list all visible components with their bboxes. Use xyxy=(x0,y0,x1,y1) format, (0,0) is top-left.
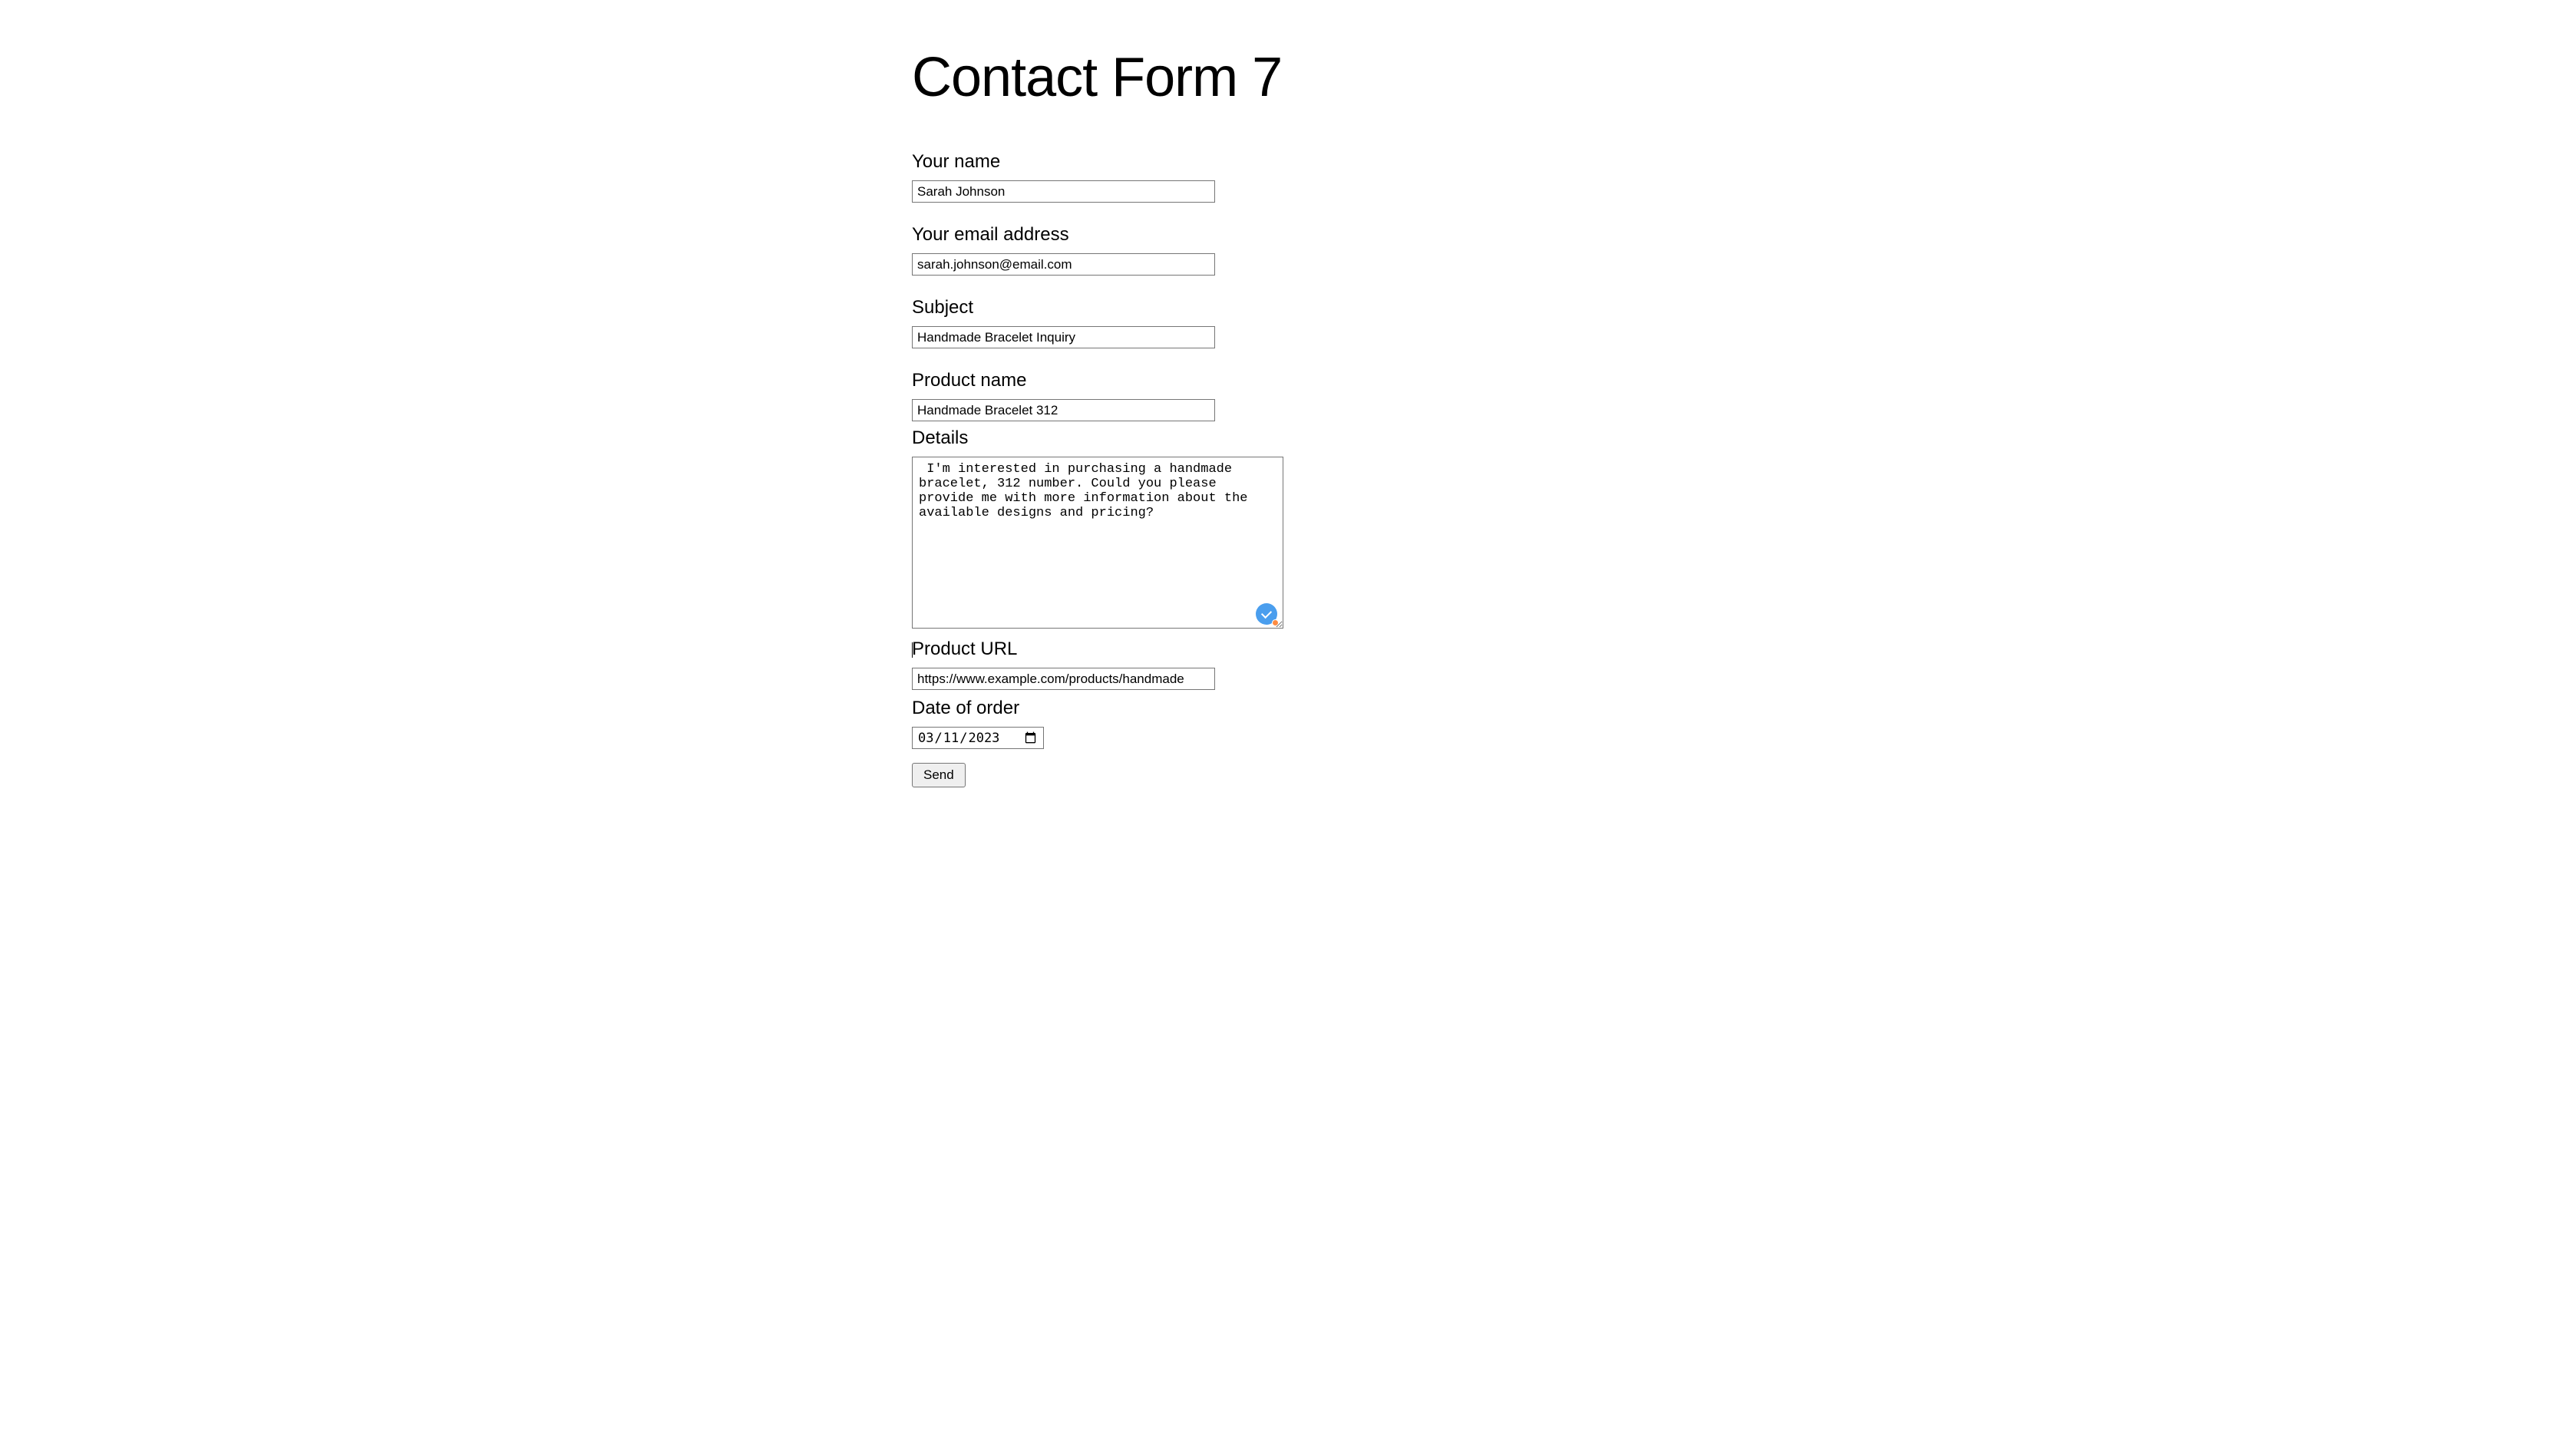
product-url-input[interactable] xyxy=(912,668,1215,690)
date-label: Date of order xyxy=(912,698,1664,719)
name-field-group: Your name xyxy=(912,151,1664,203)
details-field-group: Details I'm interested in purchasing a h… xyxy=(912,427,1664,632)
page-title: Contact Form 7 xyxy=(912,46,1664,109)
textarea-wrapper: I'm interested in purchasing a handmade … xyxy=(912,457,1283,632)
grammarly-notification-dot xyxy=(1272,619,1279,626)
name-label: Your name xyxy=(912,151,1664,173)
submit-group: Send xyxy=(912,763,1664,787)
product-name-label: Product name xyxy=(912,370,1664,391)
subject-label: Subject xyxy=(912,297,1664,318)
product-name-input[interactable] xyxy=(912,399,1215,421)
name-input[interactable] xyxy=(912,180,1215,203)
product-name-field-group: Product name xyxy=(912,370,1664,421)
send-button[interactable]: Send xyxy=(912,763,966,787)
form-container: Contact Form 7 Your name Your email addr… xyxy=(881,0,1695,818)
product-url-field-group: Product URL xyxy=(912,639,1664,690)
email-field-group: Your email address xyxy=(912,224,1664,276)
email-input[interactable] xyxy=(912,253,1215,276)
details-textarea[interactable]: I'm interested in purchasing a handmade … xyxy=(912,457,1283,629)
contact-form: Your name Your email address Subject Pro… xyxy=(912,151,1664,787)
subject-field-group: Subject xyxy=(912,297,1664,348)
date-field-group: Date of order xyxy=(912,698,1664,749)
details-label: Details xyxy=(912,427,1664,449)
email-label: Your email address xyxy=(912,224,1664,246)
date-input[interactable] xyxy=(912,727,1044,749)
subject-input[interactable] xyxy=(912,326,1215,348)
product-url-label: Product URL xyxy=(912,639,1664,660)
